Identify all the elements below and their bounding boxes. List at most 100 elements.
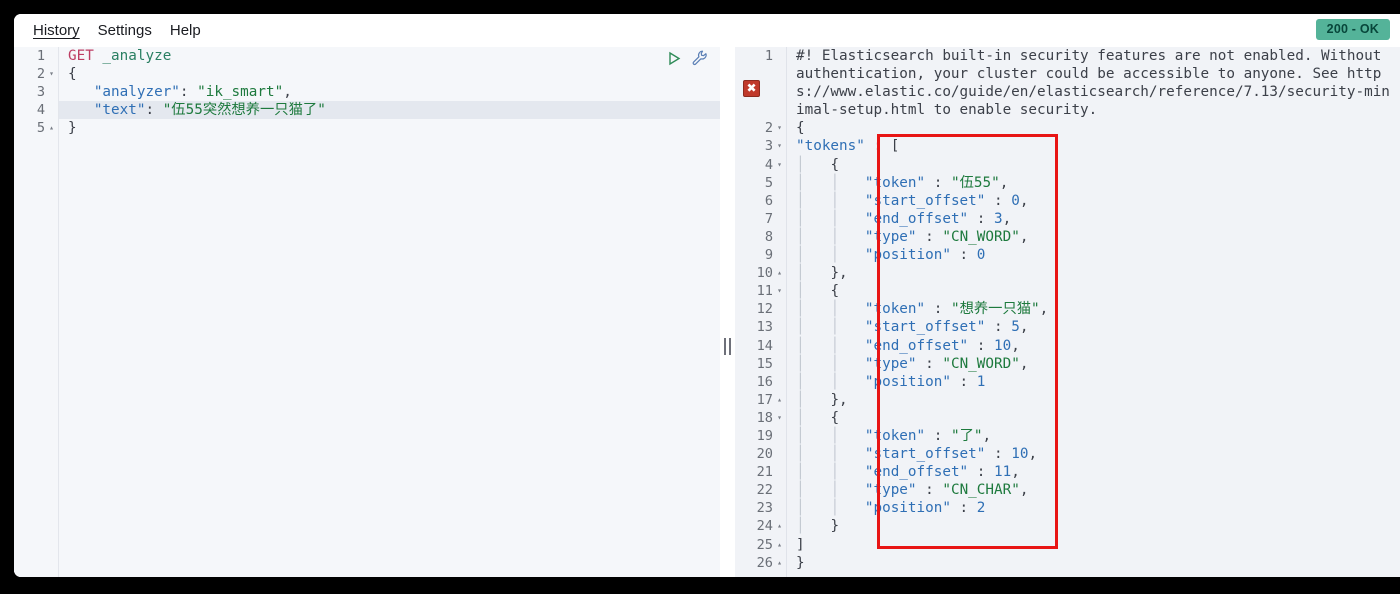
code-line[interactable]: │ │ "start_offset" : 5, <box>787 318 1400 336</box>
line-number: 3 <box>36 84 45 101</box>
json-key: "token" <box>864 174 926 191</box>
code-line[interactable]: │ │ "type" : "CN_WORD", <box>787 228 1400 246</box>
line-number: 8 <box>764 228 773 245</box>
json-comma: , <box>1019 319 1029 336</box>
json-comma: , <box>999 174 1009 191</box>
code-line[interactable]: { <box>59 65 720 83</box>
json-value: "ik_smart" <box>197 84 284 101</box>
code-line[interactable]: } <box>59 119 720 137</box>
code-line[interactable]: │ { <box>787 156 1400 174</box>
json-separator: : <box>145 102 163 119</box>
indent-guide: │ <box>796 500 805 517</box>
request-editor[interactable]: 1 2 ▾ 3 4 5 ▴ GET _analyze{ "analyzer": "ik_sm… <box>14 47 720 577</box>
code-fold-toggle[interactable]: ▴ <box>775 536 784 554</box>
code-fold-toggle[interactable]: ▾ <box>775 409 784 427</box>
response-viewer-pane[interactable]: 1 2 ▾ 3 ▾ 4 ▾ 5 6 7 8 9 10 ▴ 11 ▾ 12 13 14 15 16 17 ▴ 18 ▾ 19 20 21… <box>735 47 1400 577</box>
line-number: 13 <box>756 319 773 336</box>
code-line[interactable]: "tokens" : [ <box>787 137 1400 155</box>
json-value: "CN_WORD" <box>942 228 1020 245</box>
line-number: 21 <box>756 464 773 481</box>
request-code-area[interactable]: GET _analyze{ "analyzer": "ik_smart", "t… <box>59 47 720 577</box>
code-fold-toggle[interactable]: ▾ <box>775 156 784 174</box>
wrench-icon[interactable] <box>692 50 708 66</box>
play-icon[interactable] <box>667 51 682 66</box>
menu-item-help[interactable]: Help <box>161 20 210 41</box>
response-code-area[interactable]: #! Elasticsearch built-in security featu… <box>787 47 1400 577</box>
request-editor-pane[interactable]: 1 2 ▾ 3 4 5 ▴ GET _analyze{ "analyzer": "ik_sm… <box>14 47 720 577</box>
code-line[interactable]: │ { <box>787 282 1400 300</box>
indent-guide: │ <box>796 355 805 372</box>
json-separator: : <box>925 427 951 444</box>
code-line[interactable]: │ │ "token" : "想养一只猫", <box>787 300 1400 318</box>
json-key: "type" <box>864 228 917 245</box>
code-line[interactable]: │ │ "start_offset" : 10, <box>787 445 1400 463</box>
json-value: 0 <box>976 247 986 264</box>
indent-guide: │ <box>796 373 805 390</box>
request-path: _analyze <box>93 48 172 64</box>
pane-splitter-handle[interactable] <box>720 47 735 577</box>
json-value: 0 <box>1011 192 1020 209</box>
code-fold-toggle[interactable]: ▴ <box>775 554 784 572</box>
code-line[interactable]: │ │ "position" : 1 <box>787 373 1400 391</box>
json-separator: : <box>916 228 943 245</box>
code-fold-toggle[interactable]: ▾ <box>47 65 56 83</box>
code-line[interactable]: │ } <box>787 517 1400 535</box>
code-line[interactable]: │ │ "end_offset" : 3, <box>787 210 1400 228</box>
json-separator: : <box>968 210 994 227</box>
json-key: "end_offset" <box>864 464 969 481</box>
menu-item-settings[interactable]: Settings <box>89 20 161 41</box>
code-fold-toggle[interactable]: ▾ <box>775 137 784 155</box>
code-fold-toggle[interactable]: ▾ <box>775 282 784 300</box>
code-line[interactable]: │ │ "end_offset" : 11, <box>787 463 1400 481</box>
code-line[interactable]: "analyzer": "ik_smart", <box>59 83 720 101</box>
request-line-number-gutter: 1 2 ▾ 3 4 5 ▴ <box>14 47 59 577</box>
json-comma: , <box>1019 192 1029 209</box>
code-line[interactable]: │ │ "token" : "了", <box>787 427 1400 445</box>
json-brace: } <box>830 518 840 535</box>
line-number: 9 <box>764 247 773 264</box>
code-line[interactable]: │ }, <box>787 391 1400 409</box>
error-x-icon[interactable]: ✖ <box>743 80 760 97</box>
http-method: GET <box>68 48 94 64</box>
code-line[interactable]: ] <box>787 536 1400 554</box>
split-panes: 1 2 ▾ 3 4 5 ▴ GET _analyze{ "analyzer": "ik_sm… <box>14 47 1400 577</box>
json-comma: , <box>1019 228 1029 245</box>
line-number: 4 <box>36 102 45 119</box>
console-window: History Settings Help 200 - OK 1 2 ▾ 3 4 5 ▴ G… <box>14 14 1400 577</box>
line-number: 7 <box>764 210 773 227</box>
line-number: 22 <box>756 482 773 499</box>
code-line[interactable]: │ │ "position" : 2 <box>787 499 1400 517</box>
indent-guide: │ <box>796 210 805 227</box>
code-line[interactable]: { <box>787 119 1400 137</box>
code-line[interactable]: │ │ "start_offset" : 0, <box>787 192 1400 210</box>
indent-guide: │ <box>796 319 805 336</box>
code-line[interactable]: │ │ "type" : "CN_WORD", <box>787 355 1400 373</box>
json-key: "type" <box>864 482 917 499</box>
code-fold-toggle[interactable]: ▴ <box>775 517 784 535</box>
code-fold-toggle[interactable]: ▴ <box>775 391 784 409</box>
code-line[interactable]: │ { <box>787 409 1400 427</box>
line-number: 24 ▴ <box>735 517 786 535</box>
code-line[interactable]: │ │ "end_offset" : 10, <box>787 337 1400 355</box>
indent-guide: │ <box>796 446 805 463</box>
code-line[interactable]: } <box>787 554 1400 572</box>
code-fold-toggle[interactable]: ▴ <box>775 264 784 282</box>
response-editor[interactable]: 1 2 ▾ 3 ▾ 4 ▾ 5 6 7 8 9 10 ▴ 11 ▾ 12 13 14 15 16 17 ▴ 18 ▾ 19 20 21… <box>735 47 1400 577</box>
code-fold-toggle[interactable]: ▴ <box>47 119 56 137</box>
indent-guide: │ <box>830 500 840 517</box>
menu-item-history[interactable]: History <box>24 20 89 41</box>
code-line[interactable]: │ │ "token" : "伍55", <box>787 174 1400 192</box>
json-separator: : <box>916 355 943 372</box>
json-comma: , <box>1019 355 1029 372</box>
code-line[interactable]: "text": "伍55突然想养一只猫了" <box>59 101 720 120</box>
code-fold-toggle[interactable]: ▾ <box>775 119 784 137</box>
code-line[interactable]: │ │ "type" : "CN_CHAR", <box>787 481 1400 499</box>
json-brace: { <box>830 409 840 426</box>
json-value: "伍55" <box>950 174 1000 191</box>
code-line[interactable]: │ }, <box>787 264 1400 282</box>
code-line[interactable]: GET _analyze <box>59 47 720 65</box>
json-brace: }, <box>830 391 848 408</box>
indent-guide: │ <box>830 373 840 390</box>
json-separator: : <box>968 337 994 354</box>
code-line[interactable]: │ │ "position" : 0 <box>787 246 1400 264</box>
